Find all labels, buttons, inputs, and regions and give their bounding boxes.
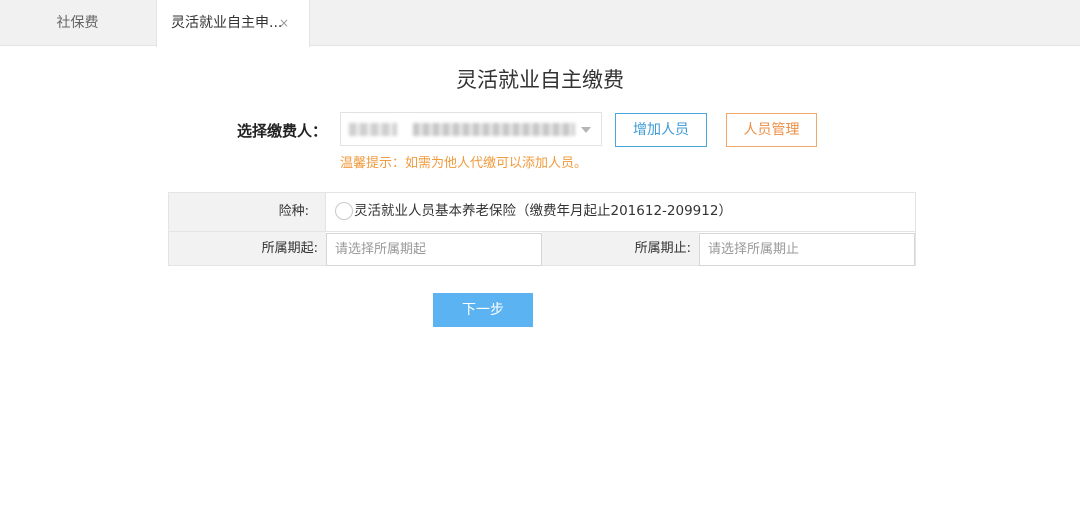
insurance-radio[interactable] bbox=[335, 202, 353, 220]
manage-persons-button[interactable]: 人员管理 bbox=[726, 113, 817, 147]
tab-label: 社保费 bbox=[56, 15, 99, 31]
payer-select[interactable] bbox=[340, 112, 602, 146]
period-end-input[interactable] bbox=[699, 233, 915, 266]
period-start-label: 所属期起: bbox=[169, 232, 326, 265]
insurance-option-label[interactable]: 灵活就业人员基本养老保险（缴费年月起止201612-209912） bbox=[354, 193, 732, 230]
close-icon[interactable]: × bbox=[279, 0, 289, 46]
tab-social-insurance[interactable]: 社保费 bbox=[0, 0, 155, 46]
insurance-type-cell: 灵活就业人员基本养老保险（缴费年月起止201612-209912） bbox=[326, 193, 915, 232]
chevron-down-icon bbox=[581, 127, 591, 133]
payer-label: 选择缴费人： bbox=[237, 122, 328, 140]
period-start-input[interactable] bbox=[326, 233, 542, 266]
tab-flexible-employment[interactable]: 灵活就业自主申... × bbox=[156, 0, 310, 47]
period-end-label: 所属期止: bbox=[542, 232, 699, 265]
payment-form: 险种: 灵活就业人员基本养老保险（缴费年月起止201612-209912） 所属… bbox=[168, 192, 916, 266]
redacted-name bbox=[349, 123, 397, 136]
next-step-button[interactable]: 下一步 bbox=[433, 293, 533, 327]
tab-label: 灵活就业自主申... bbox=[171, 15, 283, 31]
add-person-button[interactable]: 增加人员 bbox=[615, 113, 707, 147]
page-title: 灵活就业自主缴费 bbox=[456, 68, 624, 92]
insurance-type-label: 险种: bbox=[169, 193, 326, 232]
redacted-id bbox=[413, 123, 575, 136]
tip-text: 温馨提示：如需为他人代缴可以添加人员。 bbox=[340, 156, 588, 171]
tab-bar: 社保费 灵活就业自主申... × bbox=[0, 0, 1080, 47]
